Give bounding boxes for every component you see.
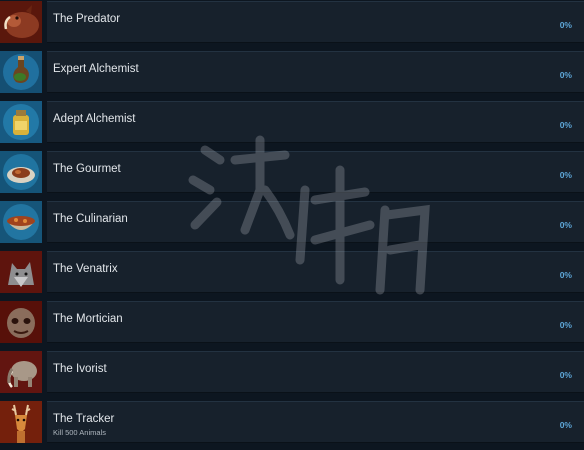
achievement-title: Expert Alchemist — [53, 63, 139, 75]
wolf-icon — [0, 251, 42, 293]
achievement-progress: 0% — [559, 20, 572, 30]
achievement-progress: 0% — [559, 420, 572, 430]
achievement-row[interactable]: Expert Alchemist 0% — [0, 50, 584, 94]
achievement-row[interactable]: The Predator 0% — [0, 0, 584, 44]
achievement-description: Kill 500 Animals — [53, 428, 106, 437]
achievement-title: The Mortician — [53, 313, 123, 325]
achievement-panel: The Gourmet 0% — [47, 151, 584, 193]
achievement-row[interactable]: Adept Alchemist 0% — [0, 100, 584, 144]
achievement-title: The Venatrix — [53, 263, 118, 275]
achievement-progress: 0% — [559, 70, 572, 80]
decayed-head-icon — [0, 301, 42, 343]
achievement-title: The Gourmet — [53, 163, 121, 175]
achievement-panel: The Culinarian 0% — [47, 201, 584, 243]
achievement-panel: Adept Alchemist 0% — [47, 101, 584, 143]
stew-bowl-icon — [0, 201, 42, 243]
deer-icon — [0, 401, 42, 443]
achievement-progress: 0% — [559, 270, 572, 280]
achievement-title: The Predator — [53, 13, 121, 25]
achievement-panel: Expert Alchemist 0% — [47, 51, 584, 93]
food-plate-icon — [0, 151, 42, 193]
achievement-list: The Predator 0% Expert Alchemist 0% Adep… — [0, 0, 584, 450]
achievement-row[interactable]: The Culinarian 0% — [0, 200, 584, 244]
achievement-title: The Culinarian — [53, 213, 128, 225]
achievement-progress: 0% — [559, 370, 572, 380]
boar-icon — [0, 1, 42, 43]
achievement-panel: The Tracker Kill 500 Animals 0% — [47, 401, 584, 443]
achievement-row[interactable]: The Gourmet 0% — [0, 150, 584, 194]
mammoth-icon — [0, 351, 42, 393]
achievement-row[interactable]: The Mortician 0% — [0, 300, 584, 344]
achievement-panel: The Venatrix 0% — [47, 251, 584, 293]
achievement-title: Adept Alchemist — [53, 113, 136, 125]
achievement-progress: 0% — [559, 220, 572, 230]
achievement-panel: The Predator 0% — [47, 1, 584, 43]
achievement-row[interactable]: The Tracker Kill 500 Animals 0% — [0, 400, 584, 444]
achievement-panel: The Mortician 0% — [47, 301, 584, 343]
achievement-title: The Tracker — [53, 413, 115, 425]
potion-jar-icon — [0, 101, 42, 143]
achievement-panel: The Ivorist 0% — [47, 351, 584, 393]
achievement-row[interactable]: The Ivorist 0% — [0, 350, 584, 394]
achievement-title: The Ivorist — [53, 363, 107, 375]
achievement-progress: 0% — [559, 170, 572, 180]
achievement-progress: 0% — [559, 320, 572, 330]
achievement-row[interactable]: The Venatrix 0% — [0, 250, 584, 294]
potion-flask-icon — [0, 51, 42, 93]
achievement-progress: 0% — [559, 120, 572, 130]
